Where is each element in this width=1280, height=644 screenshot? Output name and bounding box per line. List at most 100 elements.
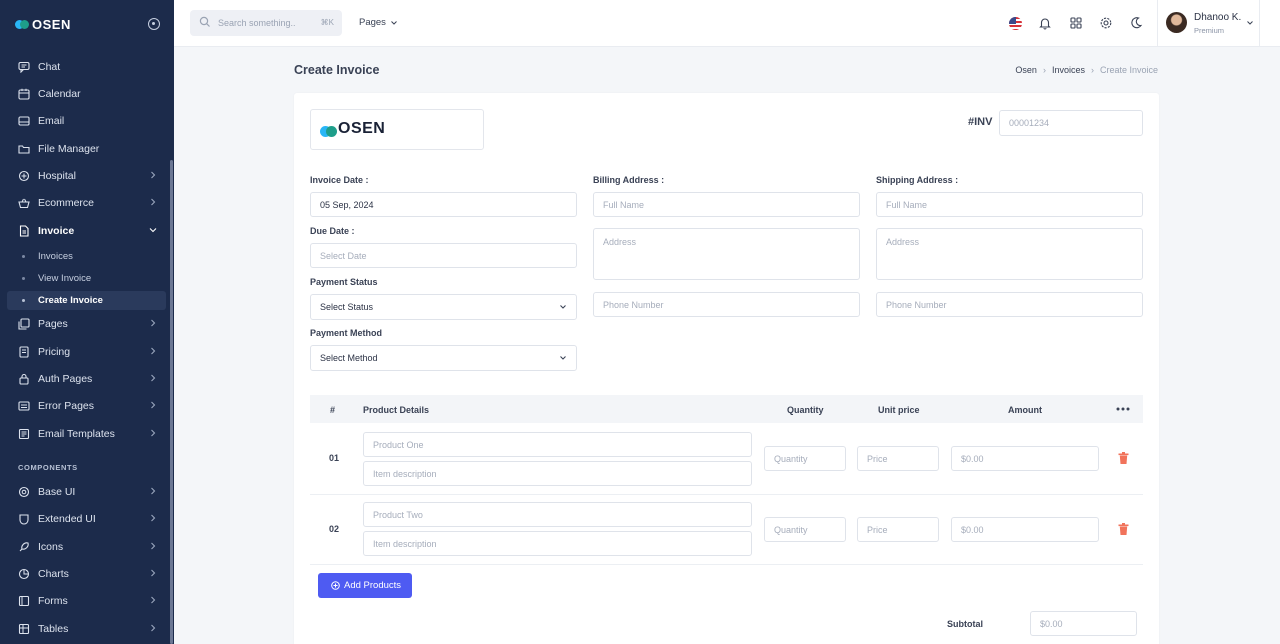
sidebar-item-invoice[interactable]: Invoice bbox=[7, 221, 166, 241]
sidebar-item-label: Tables bbox=[38, 623, 69, 635]
avatar bbox=[1166, 12, 1187, 33]
price-input[interactable]: Price bbox=[857, 446, 939, 471]
sidebar-item-calendar[interactable]: Calendar bbox=[7, 84, 166, 104]
sidebar-scrollbar[interactable] bbox=[170, 160, 173, 644]
chat-icon bbox=[18, 61, 30, 73]
search-icon bbox=[199, 16, 210, 27]
sidebar-subitem-create-invoice[interactable]: Create Invoice bbox=[7, 291, 166, 310]
due-date-input[interactable]: Select Date bbox=[310, 243, 577, 268]
sidebar-section-label: COMPONENTS bbox=[18, 463, 78, 472]
sidebar-item-auth-pages[interactable]: Auth Pages bbox=[7, 369, 166, 389]
sidebar-toggle-icon[interactable] bbox=[148, 18, 160, 30]
sidebar-item-pages[interactable]: Pages bbox=[7, 314, 166, 334]
sidebar-item-charts[interactable]: Charts bbox=[7, 564, 166, 584]
breadcrumb-current: Create Invoice bbox=[1099, 65, 1158, 75]
pages-icon bbox=[18, 318, 30, 330]
chevron-right-icon bbox=[151, 487, 156, 495]
pages-menu[interactable]: Pages bbox=[359, 17, 398, 28]
search-shortcut: ⌘K bbox=[320, 18, 334, 27]
base-ui-icon bbox=[18, 486, 30, 498]
search-input[interactable]: Search something.. ⌘K bbox=[190, 10, 342, 36]
chevron-right-icon bbox=[151, 198, 156, 206]
moon-icon[interactable] bbox=[1129, 16, 1143, 30]
shipping-phone-input[interactable]: Phone Number bbox=[876, 292, 1143, 317]
sidebar-subitem-view-invoice[interactable]: View Invoice bbox=[7, 269, 166, 288]
sidebar-item-file-manager[interactable]: File Manager bbox=[7, 139, 166, 159]
sidebar-item-tables[interactable]: Tables bbox=[7, 619, 166, 639]
amount-input[interactable]: $0.00 bbox=[951, 446, 1099, 471]
invoice-date-input[interactable]: 05 Sep, 2024 bbox=[310, 192, 577, 217]
sidebar-item-email-templates[interactable]: Email Templates bbox=[7, 424, 166, 444]
payment-status-value: Select Status bbox=[320, 302, 374, 312]
item-description-input[interactable]: Item description bbox=[363, 531, 752, 556]
billing-name-input[interactable]: Full Name bbox=[593, 192, 860, 217]
bell-icon[interactable] bbox=[1038, 16, 1052, 30]
chevron-right-icon bbox=[151, 624, 156, 632]
sidebar-item-email[interactable]: Email bbox=[7, 111, 166, 131]
breadcrumb-link-home[interactable]: Osen bbox=[1015, 65, 1037, 75]
row-number: 01 bbox=[329, 453, 340, 463]
bullet-icon bbox=[22, 299, 25, 302]
col-number: # bbox=[330, 405, 336, 415]
trash-icon[interactable] bbox=[1118, 452, 1129, 464]
payment-status-select[interactable]: Select Status bbox=[310, 294, 577, 320]
subtotal-input[interactable]: $0.00 bbox=[1030, 611, 1137, 636]
breadcrumb-link-invoices[interactable]: Invoices bbox=[1052, 65, 1085, 75]
sidebar-item-label: Error Pages bbox=[38, 400, 95, 412]
sidebar-item-label: Pages bbox=[38, 318, 68, 330]
folder-icon bbox=[18, 145, 30, 154]
chevron-right-icon bbox=[151, 171, 156, 179]
price-input[interactable]: Price bbox=[857, 517, 939, 542]
more-options-icon[interactable] bbox=[1116, 406, 1130, 412]
sidebar-item-base-ui[interactable]: Base UI bbox=[7, 482, 166, 502]
payment-method-select[interactable]: Select Method bbox=[310, 345, 577, 371]
quantity-input[interactable]: Quantity bbox=[764, 446, 846, 471]
sidebar-item-ecommerce[interactable]: Ecommerce bbox=[7, 193, 166, 213]
bullet-icon bbox=[22, 277, 25, 280]
billing-phone-input[interactable]: Phone Number bbox=[593, 292, 860, 317]
sidebar-item-chat[interactable]: Chat bbox=[7, 57, 166, 77]
invoice-icon bbox=[19, 225, 29, 237]
user-menu[interactable]: Dhanoo K. Premium bbox=[1157, 0, 1260, 46]
chevron-right-icon bbox=[151, 347, 156, 355]
sidebar-subitem-invoices[interactable]: Invoices bbox=[7, 247, 166, 266]
product-name-input[interactable]: Product Two bbox=[363, 502, 752, 527]
sidebar-item-error-pages[interactable]: Error Pages bbox=[7, 396, 166, 416]
sidebar-item-hospital[interactable]: Hospital bbox=[7, 166, 166, 186]
user-role: Premium bbox=[1194, 26, 1225, 35]
sidebar-item-label: Charts bbox=[38, 568, 69, 580]
add-products-button[interactable]: Add Products bbox=[318, 573, 412, 598]
shipping-address-textarea[interactable]: Address bbox=[876, 228, 1143, 280]
col-amount: Amount bbox=[1008, 405, 1042, 415]
sidebar-item-label: Base UI bbox=[38, 486, 76, 498]
sidebar-item-pricing[interactable]: Pricing bbox=[7, 342, 166, 362]
billing-address-textarea[interactable]: Address bbox=[593, 228, 860, 280]
invoice-logo-upload[interactable]: OSEN bbox=[310, 109, 484, 150]
invoice-number-input[interactable]: 00001234 bbox=[999, 110, 1143, 136]
trash-icon[interactable] bbox=[1118, 523, 1129, 535]
sidebar-item-icons[interactable]: Icons bbox=[7, 537, 166, 557]
sidebar-logo[interactable]: OSEN bbox=[15, 15, 71, 33]
forms-icon bbox=[18, 595, 30, 607]
logo-text: OSEN bbox=[32, 16, 71, 32]
sidebar-item-label: Icons bbox=[38, 541, 64, 553]
amount-input[interactable]: $0.00 bbox=[951, 517, 1099, 542]
breadcrumb: Osen › Invoices › Create Invoice bbox=[1015, 65, 1158, 75]
sidebar-item-label: Invoice bbox=[38, 225, 75, 237]
gear-icon[interactable] bbox=[1099, 16, 1113, 30]
sidebar-item-extended-ui[interactable]: Extended UI bbox=[7, 509, 166, 529]
row-number: 02 bbox=[329, 524, 340, 534]
error-icon bbox=[18, 401, 30, 411]
logo-mark-icon bbox=[15, 19, 31, 29]
apps-grid-icon[interactable] bbox=[1069, 16, 1083, 30]
chevron-right-icon bbox=[151, 374, 156, 382]
sidebar-item-forms[interactable]: Forms bbox=[7, 591, 166, 611]
item-description-input[interactable]: Item description bbox=[363, 461, 752, 486]
us-flag-icon[interactable] bbox=[1009, 17, 1022, 30]
product-name-input[interactable]: Product One bbox=[363, 432, 752, 457]
quantity-input[interactable]: Quantity bbox=[764, 517, 846, 542]
sidebar-subitem-label: Create Invoice bbox=[38, 295, 103, 306]
shipping-name-input[interactable]: Full Name bbox=[876, 192, 1143, 217]
plus-circle-icon bbox=[331, 581, 340, 590]
breadcrumb-separator-icon: › bbox=[1090, 65, 1094, 75]
